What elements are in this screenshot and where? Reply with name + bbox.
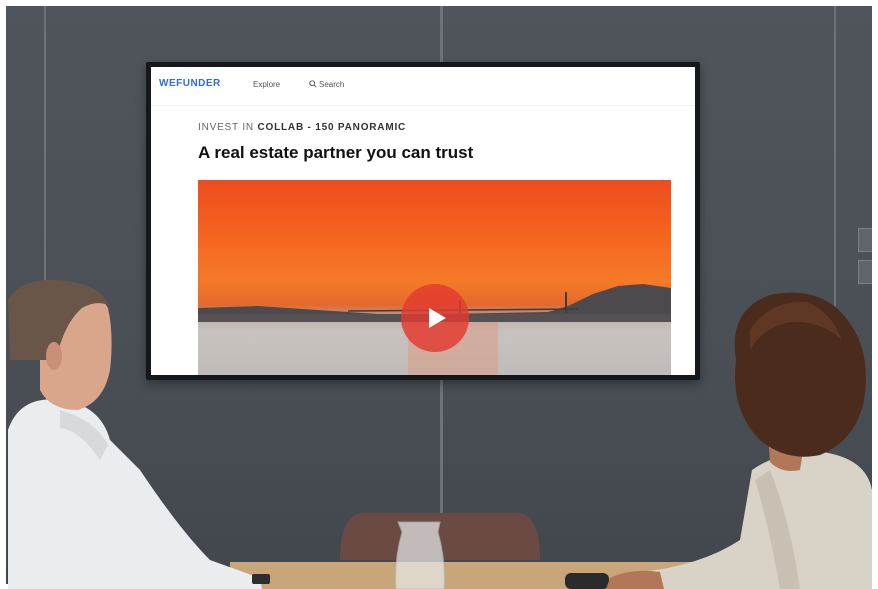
woman-watching bbox=[606, 292, 872, 589]
meeting-room-scene: WEFUNDER Explore Search INVEST IN COLLAB… bbox=[0, 0, 878, 589]
